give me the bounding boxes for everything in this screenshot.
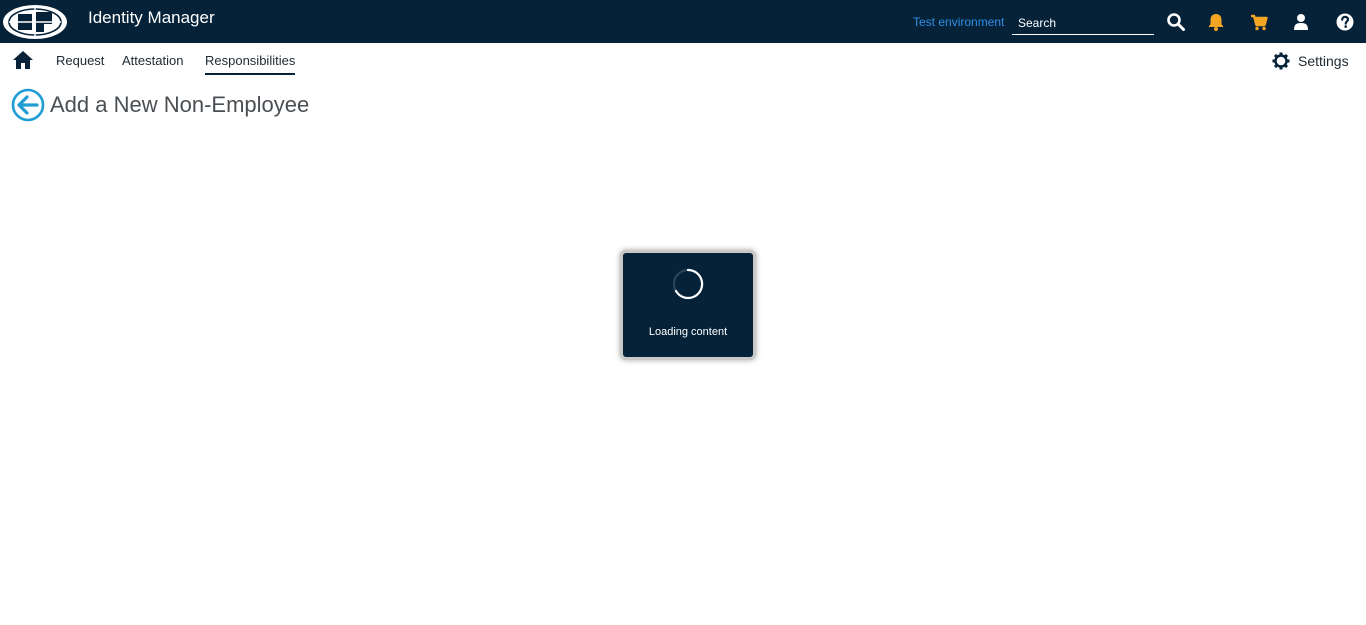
nav-request[interactable]: Request [56, 53, 104, 69]
loading-text: Loading content [648, 326, 728, 338]
nav-responsibilities[interactable]: Responsibilities [205, 53, 296, 75]
page-title: Add a New Non-Employee [50, 92, 310, 117]
settings-label: Settings [1298, 53, 1349, 69]
app-title: Identity Manager [88, 8, 215, 27]
search-icon[interactable] [1166, 12, 1186, 32]
top-bar: Identity Manager Test environment [0, 0, 1366, 43]
spinner-icon [671, 267, 705, 301]
home-icon[interactable] [12, 50, 34, 70]
bell-icon[interactable] [1206, 12, 1226, 32]
user-icon[interactable] [1291, 12, 1311, 32]
search-input[interactable] [1012, 12, 1154, 35]
gear-icon [1272, 52, 1290, 70]
help-icon[interactable] [1335, 12, 1355, 32]
environment-label: Test environment [913, 15, 1005, 29]
cart-icon[interactable] [1249, 12, 1269, 32]
back-arrow-icon[interactable] [11, 88, 45, 122]
loading-dialog: Loading content [623, 253, 753, 357]
nav-attestation[interactable]: Attestation [122, 53, 183, 69]
company-logo[interactable] [2, 2, 70, 42]
